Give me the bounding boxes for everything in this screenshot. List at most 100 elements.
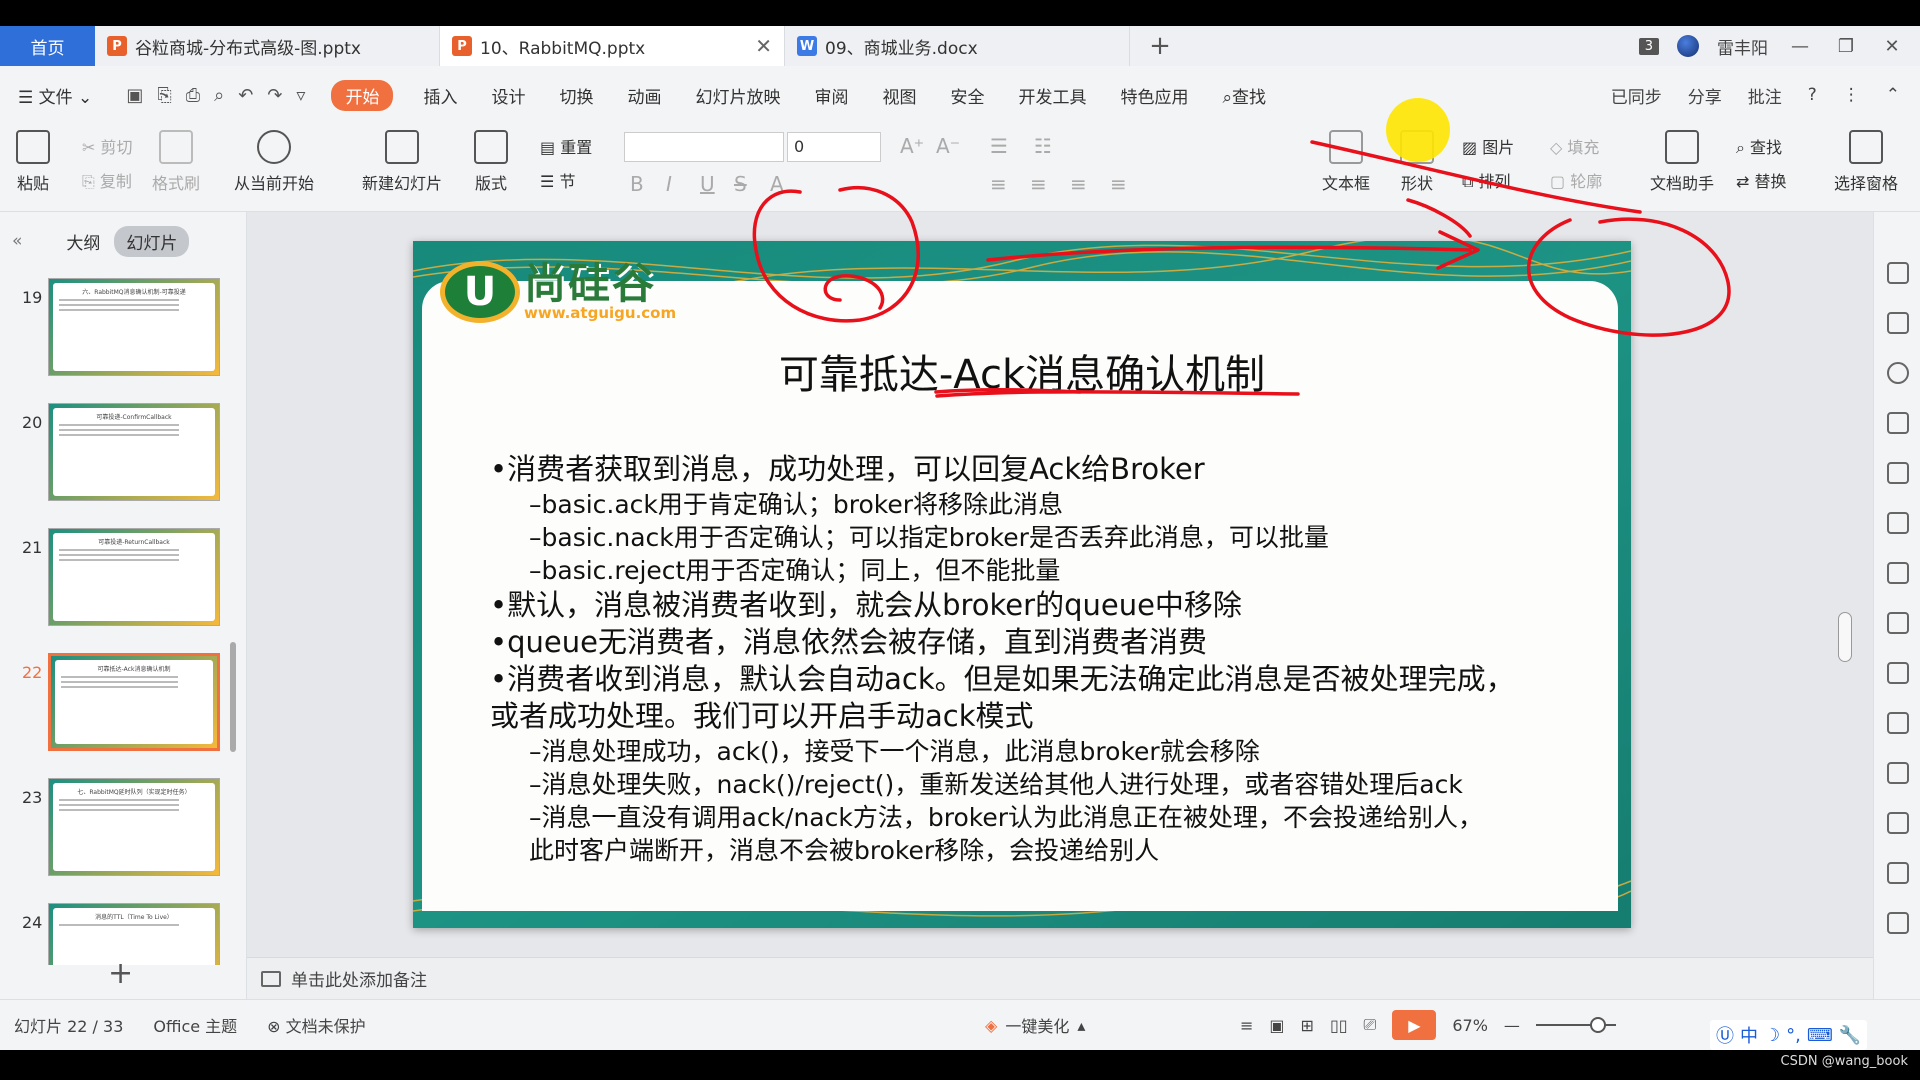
bold-icon[interactable]: B [630, 172, 644, 196]
keyboard-icon[interactable]: ⌨ [1807, 1025, 1833, 1046]
new-slide-button[interactable]: 新建幻灯片 [362, 130, 442, 194]
menu-item-animation[interactable]: 动画 [627, 83, 661, 108]
menu-item-special[interactable]: 特色应用 [1120, 83, 1188, 108]
collapse-panel-icon[interactable]: « [12, 231, 22, 251]
slide-thumbnail[interactable]: 可靠投递-ConfirmCallback [48, 403, 220, 501]
justify-icon[interactable]: ≡ [1110, 172, 1127, 196]
slide-thumbnail[interactable]: 六、RabbitMQ消息确认机制-可靠投递 [48, 278, 220, 376]
menu-item-start[interactable]: 开始 [331, 79, 394, 111]
chart-icon[interactable] [1887, 562, 1909, 584]
slide[interactable]: U 尚硅谷 www.atguigu.com 可靠抵达-Ack消息确认机制 •消费… [413, 241, 1631, 928]
menu-item-security[interactable]: 安全 [950, 83, 984, 108]
zoom-level[interactable]: 67% [1452, 1016, 1488, 1035]
font-name-input[interactable] [624, 132, 784, 162]
user-name[interactable]: 雷丰阳 [1717, 34, 1768, 59]
slide-thumbnail[interactable]: 七、RabbitMQ延时队列（实现定时任务） [48, 778, 220, 876]
zoom-slider[interactable] [1535, 1017, 1616, 1033]
decrease-font-icon[interactable]: A⁻ [936, 134, 960, 158]
image-icon[interactable] [1887, 662, 1909, 684]
slide-thumbnail-row[interactable]: 21 可靠投递-ReturnCallback [0, 528, 247, 638]
help-icon[interactable]: ? [1808, 85, 1817, 105]
tab-doc-1[interactable]: P 谷粒商城-分布式高级-图.pptx [95, 26, 440, 66]
fill-style-icon[interactable] [1887, 412, 1909, 434]
normal-view-icon[interactable]: ▣ [1269, 1016, 1284, 1035]
comment-button[interactable]: 批注 [1748, 83, 1782, 108]
align-right-icon[interactable]: ≡ [1070, 172, 1087, 196]
bullets-icon[interactable]: ☰ [990, 134, 1008, 158]
tab-doc-2[interactable]: P 10、RabbitMQ.pptx ✕ [440, 26, 785, 66]
copy-button[interactable]: ⎘ 复制 [82, 168, 132, 192]
increase-font-icon[interactable]: A⁺ [900, 134, 924, 158]
avatar[interactable] [1677, 35, 1699, 57]
from-current-button[interactable]: 从当前开始 [234, 130, 314, 194]
add-slide-button[interactable]: + [108, 956, 133, 991]
notes-area[interactable]: 单击此处添加备注 [247, 957, 1873, 999]
canvas-scrollbar[interactable] [1838, 612, 1852, 662]
layout-button[interactable]: 版式 [474, 130, 508, 194]
box-icon[interactable] [1887, 762, 1909, 784]
collapse-ribbon-icon[interactable]: ⌃ [1886, 85, 1900, 105]
shape-style-icon[interactable] [1887, 362, 1909, 384]
settings-icon[interactable] [1887, 612, 1909, 634]
new-tab-button[interactable]: + [1130, 26, 1190, 66]
slide-thumbnail-row[interactable]: 20 可靠投递-ConfirmCallback [0, 403, 247, 513]
star-icon[interactable] [1887, 262, 1909, 284]
picture-button[interactable]: ▨ 图片 [1462, 134, 1514, 158]
arrange-button[interactable]: ⧉ 排列 [1462, 168, 1511, 192]
more-options-icon[interactable]: ⋮ [1843, 85, 1860, 105]
tab-outline[interactable]: 大纲 [66, 229, 100, 254]
play-button[interactable]: ▶ [1392, 1010, 1437, 1040]
export-icon[interactable]: ⎘ [157, 85, 171, 106]
animation-icon[interactable] [1887, 312, 1909, 334]
theme-name[interactable]: Office 主题 [153, 1013, 237, 1037]
replace-button[interactable]: ⇄ 替换 [1736, 168, 1787, 192]
menu-item-design[interactable]: 设计 [491, 83, 525, 108]
moon-icon[interactable]: ☽ [1764, 1025, 1780, 1046]
select-pane-button[interactable]: 选择窗格 [1834, 130, 1898, 194]
strikethrough-icon[interactable]: S [734, 172, 747, 196]
notes-toggle-icon[interactable]: ≡ [1240, 1016, 1253, 1035]
tab-home[interactable]: 首页 [0, 26, 95, 66]
doc-assistant-button[interactable]: 文档助手 [1650, 130, 1714, 194]
wrench-icon[interactable]: 🔧 [1839, 1025, 1861, 1046]
share-button[interactable]: 分享 [1688, 83, 1722, 108]
audio-icon[interactable] [1887, 862, 1909, 884]
numbering-icon[interactable]: ☷ [1034, 134, 1052, 158]
outline-button[interactable]: ▢ 轮廓 [1550, 168, 1602, 192]
present-view-icon[interactable]: ⎚ [1364, 1015, 1377, 1035]
table-icon[interactable] [1887, 462, 1909, 484]
fill-button[interactable]: ◇ 填充 [1550, 134, 1599, 158]
close-icon[interactable]: ✕ [755, 34, 772, 58]
font-size-input[interactable]: 0 [787, 132, 881, 162]
close-window-icon[interactable]: ✕ [1878, 36, 1906, 57]
align-left-icon[interactable]: ≡ [990, 172, 1007, 196]
grid-icon[interactable] [1887, 512, 1909, 534]
slide-title[interactable]: 可靠抵达-Ack消息确认机制 [413, 342, 1631, 400]
slide-thumbnail-selected[interactable]: 可靠抵达-Ack消息确认机制 [48, 653, 220, 751]
format-painter-button[interactable]: 格式刷 [152, 130, 200, 194]
font-color-icon[interactable]: A [770, 172, 784, 196]
section-button[interactable]: ☰ 节 [540, 168, 575, 192]
paste-button[interactable]: 粘贴 [16, 130, 50, 194]
shield-icon[interactable] [1887, 912, 1909, 934]
slide-thumbnail-row[interactable]: 19 六、RabbitMQ消息确认机制-可靠投递 [0, 278, 247, 388]
zoom-out-icon[interactable]: — [1504, 1016, 1520, 1035]
protect-status[interactable]: ⊗ 文档未保护 [267, 1013, 366, 1037]
reset-button[interactable]: ▤ 重置 [540, 134, 592, 158]
italic-icon[interactable]: I [666, 172, 672, 196]
ime-toolbar[interactable]: Ⓤ 中 ☽ °, ⌨ 🔧 [1710, 1020, 1868, 1050]
menu-item-slideshow[interactable]: 幻灯片放映 [695, 83, 780, 108]
find-button[interactable]: ⌕ 查找 [1736, 134, 1782, 158]
search-menu[interactable]: ⌕查找 [1222, 83, 1266, 108]
tab-doc-3[interactable]: W 09、商城业务.docx [785, 26, 1130, 66]
menu-item-devtools[interactable]: 开发工具 [1018, 83, 1086, 108]
textbox-button[interactable]: 文本框 [1322, 130, 1370, 194]
menu-item-transition[interactable]: 切换 [559, 83, 593, 108]
redo-icon[interactable]: ↷ [267, 85, 282, 106]
beautify-button[interactable]: ◈ 一键美化 ▴ [985, 1013, 1085, 1037]
sync-status[interactable]: 已同步 [1611, 83, 1662, 108]
slide-thumbnail[interactable]: 消息的TTL（Time To Live） [48, 903, 220, 965]
ime-mode[interactable]: 中 [1740, 1022, 1758, 1048]
window-count-badge[interactable]: 3 [1638, 37, 1659, 55]
file-menu[interactable]: ☰ 文件 ⌄ [18, 83, 92, 108]
